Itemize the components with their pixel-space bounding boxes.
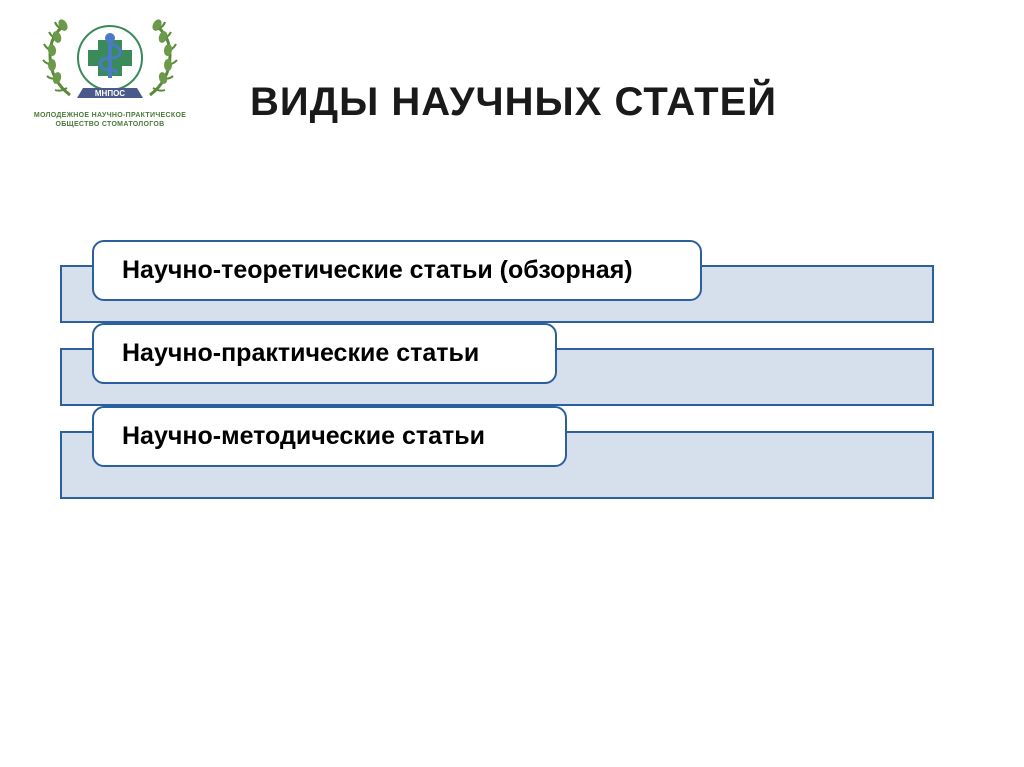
logo-container: МНПОС МОЛОДЕЖНОЕ НАУЧНО-ПРАКТИЧЕСКОЕ ОБЩ…	[10, 10, 210, 128]
logo-emblem: МНПОС	[35, 10, 185, 110]
item-label: Научно-методические статьи	[122, 422, 485, 450]
org-name-line1: МОЛОДЕЖНОЕ НАУЧНО-ПРАКТИЧЕСКОЕ	[10, 112, 210, 119]
item-label-box: Научно-практические статьи	[92, 323, 557, 384]
org-name-line2: ОБЩЕСТВО СТОМАТОЛОГОВ	[10, 121, 210, 128]
page-title: ВИДЫ НАУЧНЫХ СТАТЕЙ	[250, 80, 777, 125]
list-item: Научно-теоретические статьи (обзорная)	[60, 240, 934, 301]
list-item: Научно-методические статьи	[60, 406, 934, 467]
list-item: Научно-практические статьи	[60, 323, 934, 384]
item-label: Научно-теоретические статьи (обзорная)	[122, 256, 633, 284]
item-label-box: Научно-методические статьи	[92, 406, 567, 467]
item-label-box: Научно-теоретические статьи (обзорная)	[92, 240, 702, 301]
logo-banner-text: МНПОС	[95, 89, 125, 98]
items-list: Научно-теоретические статьи (обзорная) Н…	[60, 240, 934, 489]
item-label: Научно-практические статьи	[122, 339, 479, 367]
